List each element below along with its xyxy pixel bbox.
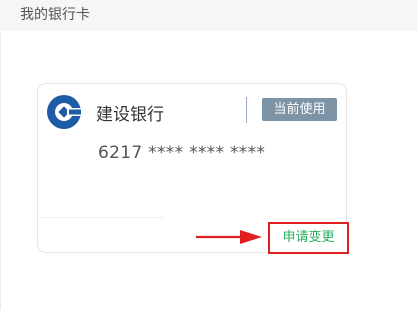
card-number: 6217 **** **** ****: [98, 143, 266, 163]
card-divider: [38, 217, 164, 218]
current-card-badge: 当前使用: [262, 98, 337, 121]
content-left-border: [0, 31, 1, 310]
ccb-bank-logo-icon: [47, 95, 81, 129]
apply-change-link[interactable]: 申请变更: [270, 224, 347, 252]
arrow-right-icon: [196, 230, 262, 244]
bank-name: 建设银行: [96, 105, 164, 125]
page-header: 我的银行卡: [0, 0, 417, 31]
page-title: 我的银行卡: [20, 7, 90, 23]
change-highlight-box: 申请变更: [268, 222, 349, 254]
header-separator: [246, 97, 247, 123]
